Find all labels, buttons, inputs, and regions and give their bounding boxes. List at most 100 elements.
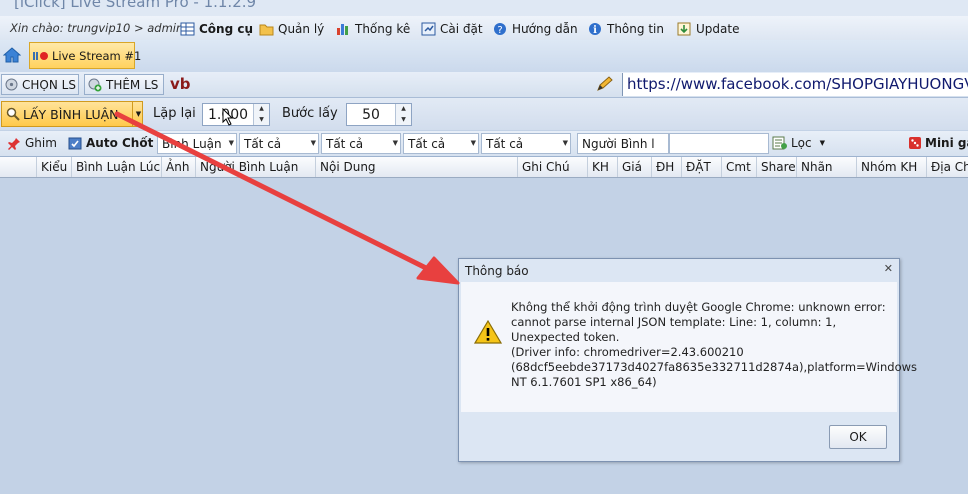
menu-huong-dan[interactable]: ? Hướng dẫn	[493, 20, 578, 37]
stream-url: https://www.facebook.com/SHOPGIAYHUONGV	[627, 75, 968, 93]
loc-button[interactable]: Lọc ▼	[772, 134, 825, 152]
menu-label: Thống kê	[355, 21, 411, 36]
menu-cong-cu[interactable]: Công cụ	[180, 20, 253, 37]
menu-quan-ly[interactable]: Quản lý	[259, 20, 324, 37]
chevron-down-icon: ▼	[310, 139, 316, 147]
dialog-title: Thông báo	[465, 264, 529, 278]
column-header[interactable]: Địa Chỉ	[927, 157, 968, 177]
dice-icon	[908, 136, 922, 150]
column-selector[interactable]	[0, 157, 37, 177]
them-ls-button[interactable]: THÊM LS	[84, 74, 164, 95]
column-header[interactable]: Nội Dung	[316, 157, 518, 177]
buoc-lay-stepper[interactable]: 50 ▲ ▼	[346, 103, 412, 126]
loai-binh-luan-select[interactable]: Bình Luận ▼	[157, 133, 237, 154]
chevron-down-icon: ▼	[562, 139, 568, 147]
search-icon	[6, 107, 20, 124]
column-header[interactable]: ĐH	[652, 157, 682, 177]
error-dialog: Thông báo ✕ Không thể khởi động trình du…	[458, 258, 918, 462]
dropdown-arrow-icon[interactable]: ▼	[132, 102, 144, 126]
chevron-down-icon: ▼	[392, 139, 398, 147]
lap-lai-stepper[interactable]: 1.000 ▲▼	[202, 103, 270, 126]
add-disk-icon	[88, 78, 102, 92]
loc-label: Lọc	[791, 136, 812, 150]
column-header[interactable]: Nhãn	[797, 157, 857, 177]
folder-icon	[259, 22, 274, 36]
mouse-cursor-icon	[222, 107, 234, 129]
stream-url-field[interactable]: https://www.facebook.com/SHOPGIAYHUONGV	[622, 73, 968, 96]
lap-lai-label: Lặp lại	[153, 106, 196, 121]
buoc-lay-label: Bước lấy	[282, 106, 338, 121]
warning-icon	[473, 319, 503, 345]
select-value: Tất cả	[486, 137, 524, 151]
column-header[interactable]: Ảnh	[162, 157, 196, 177]
lay-binh-luan-label: LẤY BÌNH LUẬN	[23, 107, 119, 122]
close-icon[interactable]: ✕	[884, 262, 893, 275]
select-value: Bình Luận	[162, 137, 222, 151]
menu-label: Update	[696, 21, 740, 36]
window-title: [iClick] Live Stream Pro - 1.1.2.9	[14, 0, 257, 11]
chevron-down-icon: ▼	[470, 139, 476, 147]
bar-chart-icon	[336, 22, 351, 36]
lay-binh-luan-button[interactable]: LẤY BÌNH LUẬN ▼	[1, 101, 143, 127]
chon-ls-label: CHỌN LS	[22, 77, 76, 92]
user-greeting: Xin chào: trungvip10 > admin	[10, 21, 184, 35]
svg-text:?: ?	[497, 25, 502, 36]
tab-label: Live Stream #1	[52, 48, 142, 63]
settings-icon	[421, 22, 436, 36]
chon-ls-button[interactable]: CHỌN LS	[1, 74, 79, 95]
filter-select-2[interactable]: Tất cả ▼	[321, 133, 401, 154]
column-header[interactable]: Kiểu	[37, 157, 72, 177]
stepper-arrows[interactable]: ▲ ▼	[395, 104, 411, 125]
pin-icon	[8, 137, 21, 150]
column-header[interactable]: Nhóm KH	[857, 157, 927, 177]
menu-update[interactable]: Update	[677, 20, 739, 37]
menu-bar: Xin chào: trungvip10 > admin Công cụ Quả…	[0, 16, 968, 40]
menu-thong-ke[interactable]: Thống kê	[336, 20, 410, 37]
menu-label: Quản lý	[278, 21, 325, 36]
menu-label: Cài đặt	[440, 21, 483, 36]
nguoi-binh-luan-input[interactable]: Người Bình l	[577, 133, 669, 154]
column-header[interactable]: KH	[588, 157, 618, 177]
filter-select-1[interactable]: Tất cả ▼	[239, 133, 319, 154]
ghim-label: Ghim	[25, 136, 57, 150]
cart-icon	[68, 136, 83, 150]
mini-game-button[interactable]: Mini ga	[908, 134, 968, 152]
chevron-down-icon: ▼	[819, 139, 826, 147]
info-icon: i	[588, 22, 603, 36]
menu-label: Hướng dẫn	[512, 21, 578, 36]
tab-live-stream-1[interactable]: Live Stream #1	[29, 42, 141, 69]
chevron-down-icon: ▼	[228, 139, 234, 147]
column-header[interactable]: Bình Luận Lúc	[72, 157, 162, 177]
filter-icon	[772, 136, 788, 150]
column-header[interactable]: Người Bình Luận	[196, 157, 316, 177]
column-header[interactable]: Ghi Chú	[518, 157, 588, 177]
select-value: Tất cả	[244, 137, 282, 151]
pencil-icon[interactable]	[596, 76, 614, 95]
them-ls-label: THÊM LS	[106, 77, 159, 92]
column-header[interactable]: Giá	[618, 157, 652, 177]
dialog-body: Không thể khởi động trình duyệt Google C…	[461, 282, 918, 412]
column-header[interactable]: Cmt	[722, 157, 757, 177]
filter-select-4[interactable]: Tất cả ▼	[481, 133, 571, 154]
auto-chot-label: Auto Chốt	[86, 136, 154, 150]
svg-text:i: i	[593, 25, 597, 36]
live-record-icon	[33, 51, 49, 61]
home-icon[interactable]	[2, 46, 22, 64]
comments-grid-header: Kiểu Bình Luận Lúc Ảnh Người Bình Luận N…	[0, 157, 968, 178]
menu-label: Công cụ	[199, 21, 254, 36]
tab-strip: Live Stream #1	[0, 40, 968, 73]
search-value-input[interactable]	[669, 133, 769, 154]
menu-cai-dat[interactable]: Cài đặt	[421, 20, 483, 37]
update-icon	[677, 22, 692, 36]
column-header[interactable]: ĐẶT	[682, 157, 722, 177]
ok-button[interactable]: OK	[829, 425, 887, 449]
filter-select-3[interactable]: Tất cả ▼	[403, 133, 479, 154]
stepper-arrows[interactable]: ▲ ▼	[253, 104, 269, 125]
auto-chot-button[interactable]: Auto Chốt	[68, 134, 153, 152]
menu-label: Thông tin	[607, 21, 664, 36]
ghim-button[interactable]: Ghim	[8, 134, 57, 152]
column-header[interactable]: Share	[757, 157, 797, 177]
menu-thong-tin[interactable]: i Thông tin	[588, 20, 664, 37]
dialog-message: Không thể khởi động trình duyệt Google C…	[511, 300, 918, 389]
filter-bar: Ghim Auto Chốt Bình Luận ▼ Tất cả ▼ Tất cả…	[0, 131, 968, 157]
